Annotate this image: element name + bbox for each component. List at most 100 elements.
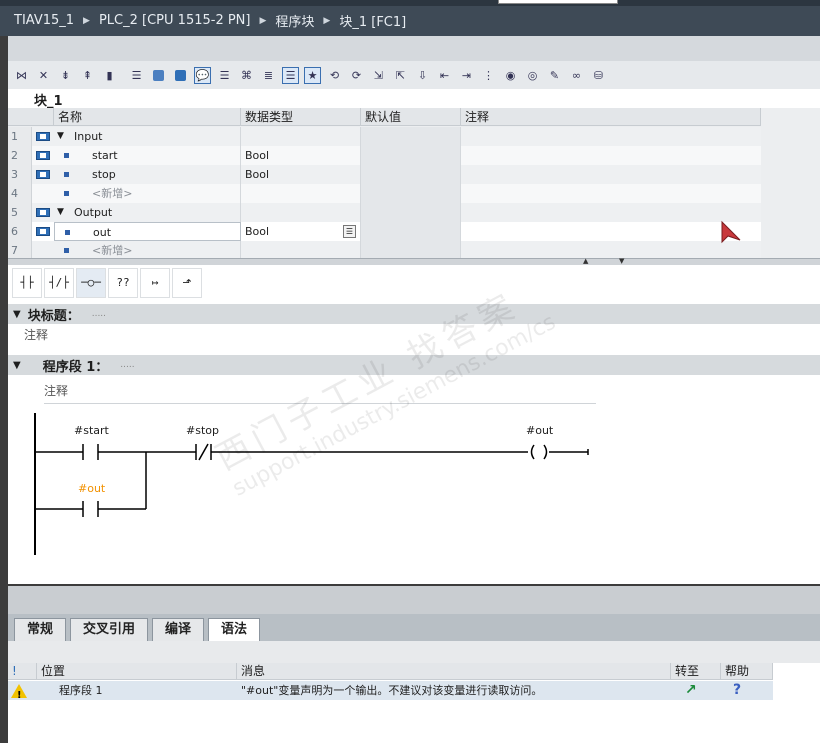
tab-compile[interactable]: 编译 bbox=[152, 618, 205, 641]
comment-icon[interactable]: 💬 bbox=[194, 66, 211, 84]
no-contact-button[interactable]: ┤├ bbox=[12, 267, 42, 298]
help-icon[interactable]: ? bbox=[721, 681, 773, 700]
close-branch-button[interactable]: ⬏ bbox=[172, 267, 202, 298]
row-name-cell[interactable]: out bbox=[54, 222, 241, 241]
breadcrumb-blocks[interactable]: 程序块 bbox=[275, 11, 314, 30]
favorites-icon[interactable]: ⌘ bbox=[238, 67, 255, 84]
message-row[interactable]: 程序段 1 "#out"变量声明为一个输出。不建议对该变量进行读取访问。 ↗ ? bbox=[8, 681, 773, 705]
header-comment[interactable]: 注释 bbox=[461, 108, 761, 125]
network-1-bar[interactable]: ▼ 程序段 1： ..... bbox=[8, 355, 820, 375]
nc-contact-button[interactable]: ┤/├ bbox=[44, 267, 74, 298]
contact-start-label[interactable]: #start bbox=[74, 424, 109, 437]
interface-icon-cell bbox=[32, 184, 54, 203]
network-comment-icon[interactable]: ☰ bbox=[282, 66, 299, 84]
callstack-icon[interactable]: ⇱ bbox=[392, 67, 409, 84]
glasses-icon[interactable]: ∞ bbox=[568, 67, 585, 84]
block-title-placeholder[interactable]: ..... bbox=[92, 309, 106, 319]
interface-header: 名称 数据类型 默认值 注释 bbox=[8, 108, 761, 126]
network-title: 程序段 1： bbox=[42, 359, 109, 375]
block-title-bar[interactable]: ▼ 块标题： ..... bbox=[8, 304, 820, 324]
breadcrumb-plc[interactable]: PLC_2 [CPU 1515-2 PN] bbox=[99, 13, 251, 28]
watch-on-icon[interactable]: ◉ bbox=[502, 67, 519, 84]
table-row[interactable]: 5 ▼ Output bbox=[8, 203, 761, 222]
goto-previous-error-icon[interactable]: ⟲ bbox=[326, 67, 343, 84]
goto-next-error-icon[interactable]: ⟳ bbox=[348, 67, 365, 84]
star-icon[interactable]: ★ bbox=[304, 66, 321, 84]
block-comment[interactable]: 注释 bbox=[24, 326, 48, 343]
goto-arrow-icon[interactable]: ↗ bbox=[671, 681, 721, 700]
table-row[interactable]: 1 ▼ Input bbox=[8, 127, 761, 146]
coil-out-label[interactable]: #out bbox=[526, 424, 553, 437]
symbol-info-icon[interactable]: ≣ bbox=[260, 67, 277, 84]
col-message[interactable]: 消息 bbox=[237, 663, 671, 679]
add-row-icon[interactable]: ⇞ bbox=[79, 67, 96, 84]
contact-stop-label[interactable]: #stop bbox=[186, 424, 219, 437]
breadcrumb-block[interactable]: 块_1 [FC1] bbox=[339, 11, 406, 30]
indent-icon[interactable]: ⇤ bbox=[436, 67, 453, 84]
breadcrumb-project[interactable]: TIAV15_1 bbox=[14, 13, 74, 28]
message-location: 程序段 1 bbox=[59, 684, 103, 697]
list-icon[interactable]: ☰ bbox=[128, 67, 145, 84]
row-name[interactable]: out bbox=[55, 226, 111, 239]
header-type[interactable]: 数据类型 bbox=[241, 108, 361, 125]
caret-down-icon[interactable]: ▼ bbox=[13, 309, 21, 320]
database-icon[interactable]: ⛁ bbox=[590, 67, 607, 84]
type-picker-icon[interactable]: ☰ bbox=[343, 225, 356, 238]
insert-row-icon[interactable]: ⇟ bbox=[57, 67, 74, 84]
row-number: 3 bbox=[8, 165, 32, 184]
tree-icon[interactable]: ⋮ bbox=[480, 67, 497, 84]
row-number: 6 bbox=[8, 222, 32, 241]
breakpoint-icon[interactable]: ✎ bbox=[546, 67, 563, 84]
row-type: Bool bbox=[241, 165, 361, 184]
row-number: 2 bbox=[8, 146, 32, 165]
collapse-down-icon[interactable]: ▼ bbox=[619, 257, 624, 265]
network-title-placeholder[interactable]: ..... bbox=[120, 360, 134, 370]
outdent-icon[interactable]: ⇥ bbox=[458, 67, 475, 84]
breadcrumb: TIAV15_1 ▶ PLC_2 [CPU 1515-2 PN] ▶ 程序块 ▶… bbox=[14, 11, 406, 30]
row-comment bbox=[461, 241, 761, 258]
expand-icon[interactable] bbox=[150, 67, 167, 84]
empty-box-button[interactable]: ?? bbox=[108, 267, 138, 298]
table-row[interactable]: 3 stop Bool bbox=[8, 165, 761, 184]
table-row-selected[interactable]: 6 out Bool ☰ bbox=[8, 222, 761, 241]
monitor-icon[interactable]: ▮ bbox=[101, 67, 118, 84]
collapse-icon[interactable] bbox=[172, 67, 189, 84]
network-comment[interactable]: 注释 bbox=[44, 382, 596, 404]
table-row[interactable]: 7 <新增> bbox=[8, 241, 761, 258]
open-branch-button[interactable]: ↦ bbox=[140, 267, 170, 298]
col-severity[interactable]: ! bbox=[8, 663, 37, 679]
download-icon[interactable]: ⇩ bbox=[414, 67, 431, 84]
splitter-handle[interactable]: ▲ ▼ bbox=[8, 257, 820, 265]
contact-out-label[interactable]: #out bbox=[78, 482, 105, 495]
collapse-up-icon[interactable]: ▲ bbox=[583, 257, 588, 265]
header-name[interactable]: 名称 bbox=[54, 108, 241, 125]
col-location[interactable]: 位置 bbox=[37, 663, 237, 679]
interface-icon bbox=[36, 208, 50, 217]
row-type-cell[interactable]: Bool ☰ bbox=[241, 222, 361, 241]
col-help[interactable]: 帮助 bbox=[721, 663, 773, 679]
tab-general[interactable]: 常规 bbox=[14, 618, 67, 641]
row-comment bbox=[461, 146, 761, 165]
interface-icon-cell bbox=[32, 241, 54, 258]
delete-network-icon[interactable]: ✕ bbox=[35, 67, 52, 84]
insert-network-icon[interactable]: ⋈ bbox=[13, 67, 30, 84]
block-title-label: 块标题： bbox=[27, 308, 80, 324]
inspector-body-band bbox=[8, 641, 820, 663]
caret-down-icon[interactable]: ▼ bbox=[57, 127, 64, 146]
tab-cross-reference[interactable]: 交叉引用 bbox=[70, 618, 149, 641]
absolute-operands-icon[interactable]: ☰ bbox=[216, 67, 233, 84]
header-default[interactable]: 默认值 bbox=[361, 108, 461, 125]
interface-icon-cell bbox=[32, 222, 54, 241]
table-row[interactable]: 2 start Bool bbox=[8, 146, 761, 165]
col-goto[interactable]: 转至 bbox=[671, 663, 721, 679]
message-text: "#out"变量声明为一个输出。不建议对该变量进行读取访问。 bbox=[241, 684, 543, 697]
tab-syntax[interactable]: 语法 bbox=[208, 618, 261, 641]
watch-off-icon[interactable]: ◎ bbox=[524, 67, 541, 84]
jump-icon[interactable]: ⇲ bbox=[370, 67, 387, 84]
block-editor: ⋈ ✕ ⇟ ⇞ ▮ ☰ 💬 ☰ ⌘ ≣ ☰ ★ ⟲ ⟳ ⇲ ⇱ ⇩ ⇤ ⇥ ⋮ … bbox=[8, 36, 820, 584]
table-row[interactable]: 4 <新增> bbox=[8, 184, 761, 203]
coil-button[interactable]: ─○─ bbox=[76, 267, 106, 298]
caret-down-icon[interactable]: ▼ bbox=[13, 360, 21, 371]
search-input[interactable] bbox=[498, 0, 618, 4]
caret-down-icon[interactable]: ▼ bbox=[57, 203, 64, 222]
